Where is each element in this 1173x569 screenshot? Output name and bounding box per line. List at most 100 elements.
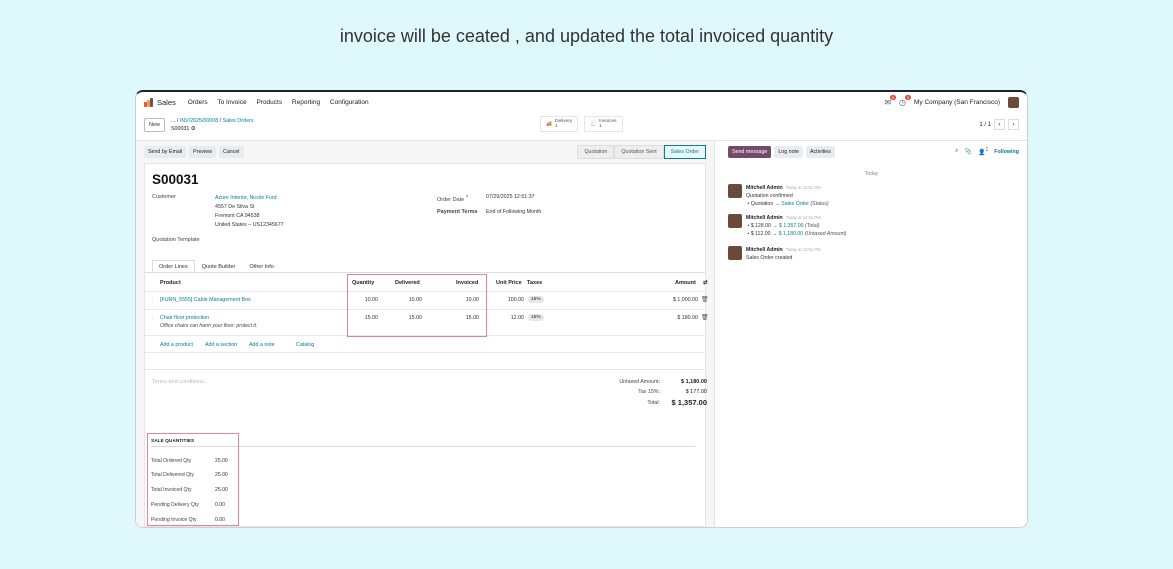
quotation-template-label: Quotation Template bbox=[152, 237, 200, 243]
line-unit-price[interactable]: 12.00 bbox=[485, 315, 524, 321]
order-date-label-text: Order Date bbox=[437, 196, 465, 203]
drag-handle-icon[interactable]: ⋮ bbox=[150, 315, 155, 321]
paperclip-icon[interactable]: 📎 bbox=[965, 148, 972, 155]
customer-field[interactable]: Azure Interior, Nicole Ford bbox=[215, 194, 277, 203]
line-product[interactable]: Chair floor protection bbox=[160, 315, 209, 321]
drag-handle-icon[interactable]: ⋮ bbox=[150, 297, 155, 303]
message-text: Sales Order created bbox=[746, 255, 793, 261]
send-message-button[interactable]: Send message bbox=[728, 145, 772, 158]
arrow-right-icon: → bbox=[771, 231, 778, 237]
message-time: Today at 12:51 PM bbox=[785, 247, 821, 252]
activity-clock-icon[interactable]: ◷ 3 bbox=[899, 94, 912, 107]
add-note-link[interactable]: Add a note bbox=[249, 342, 275, 348]
col-taxes[interactable]: Taxes bbox=[527, 280, 542, 286]
stage-quotation-sent[interactable]: Quotation Sent bbox=[614, 144, 664, 159]
customer-address-line3: United States – US12345677 bbox=[215, 222, 284, 228]
activities-button[interactable]: Activities bbox=[805, 145, 835, 158]
change-field: (Status) bbox=[810, 201, 829, 207]
optional-columns-icon[interactable]: ⇄ bbox=[703, 280, 708, 286]
tax-badge[interactable]: 15% bbox=[528, 314, 544, 321]
author-avatar bbox=[728, 184, 742, 198]
delivery-smart-button[interactable]: 🚚 Delivery 1 bbox=[540, 116, 579, 132]
messages-count: 9 bbox=[889, 94, 897, 100]
menu-products[interactable]: Products bbox=[256, 99, 282, 106]
line-unit-price[interactable]: 100.00 bbox=[485, 297, 524, 303]
trash-icon[interactable]: 🗑 bbox=[701, 314, 709, 321]
invoice-icon: 🧾 bbox=[590, 121, 596, 127]
truck-icon: 🚚 bbox=[546, 121, 552, 127]
col-product[interactable]: Product bbox=[160, 280, 181, 286]
change-new-value: $ 1,180.00 bbox=[778, 231, 804, 237]
stage-quotation[interactable]: Quotation bbox=[577, 144, 615, 159]
form-view: Send by Email Preview Cancel Quotation Q… bbox=[136, 141, 715, 527]
catalog-link[interactable]: Catalog bbox=[296, 342, 314, 348]
order-name: S00031 bbox=[152, 172, 199, 187]
breadcrumb-invoice[interactable]: INV/2025/00008 bbox=[180, 118, 218, 124]
line-product[interactable]: [FURN_5555] Cable Management Box bbox=[160, 297, 251, 303]
change-new-value: $ 1,357.00 bbox=[779, 223, 804, 229]
change-old-value: $ 112.00 bbox=[750, 231, 771, 237]
add-section-link[interactable]: Add a section bbox=[205, 342, 237, 348]
company-switcher[interactable]: My Company (San Francisco) bbox=[914, 99, 1000, 106]
message-author[interactable]: Mitchell Admin bbox=[746, 185, 783, 191]
order-date-field[interactable]: 07/29/2025 12:51:37 bbox=[486, 193, 535, 202]
cancel-button[interactable]: Cancel bbox=[219, 145, 244, 158]
control-panel: New ... / INV/2025/00008 / Sales Orders … bbox=[144, 114, 254, 136]
col-amount[interactable]: Amount bbox=[675, 280, 696, 286]
tutorial-caption: invoice will be ceated , and updated the… bbox=[339, 26, 834, 46]
date-separator: Today bbox=[864, 171, 879, 177]
chatter-topbar: Send message Log note Activities ⌕ 📎 👤1 … bbox=[728, 145, 1019, 158]
pager-next-icon[interactable]: › bbox=[1008, 119, 1019, 130]
invoices-smart-button[interactable]: 🧾 Invoices 1 bbox=[584, 116, 623, 132]
trash-icon[interactable]: 🗑 bbox=[701, 296, 709, 303]
line-amount: $ 1,000.00 bbox=[672, 297, 698, 303]
new-button[interactable]: New bbox=[144, 118, 166, 132]
gear-icon[interactable]: ⚙ bbox=[191, 126, 196, 132]
menu-orders[interactable]: Orders bbox=[188, 99, 208, 106]
app-name[interactable]: Sales bbox=[157, 98, 176, 107]
stage-sales-order[interactable]: Sales Order bbox=[663, 144, 706, 159]
stage-pipeline: Quotation Quotation Sent Sales Order bbox=[577, 144, 706, 159]
breadcrumb-ellipsis[interactable]: ... bbox=[171, 118, 175, 124]
change-old-value: Quotation bbox=[750, 201, 774, 207]
pager-prev-icon[interactable]: ‹ bbox=[994, 119, 1005, 130]
tax-label: Tax 15%: bbox=[638, 389, 660, 395]
quantities-highlight-box bbox=[347, 274, 487, 337]
search-icon[interactable]: ⌕ bbox=[955, 148, 958, 155]
statusbar: Send by Email Preview Cancel Quotation Q… bbox=[144, 144, 706, 159]
terms-and-conditions-field[interactable]: Terms and conditions... bbox=[152, 379, 209, 385]
followers-icon[interactable]: 👤1 bbox=[978, 147, 988, 156]
preview-button[interactable]: Preview bbox=[189, 145, 216, 158]
breadcrumb-sales-orders[interactable]: Sales Orders bbox=[223, 118, 254, 124]
pager-value[interactable]: 1 / 1 bbox=[979, 122, 991, 128]
log-note-button[interactable]: Log note bbox=[774, 145, 803, 158]
message-text: Quotation confirmed bbox=[746, 193, 793, 199]
message-time: Today at 12:51 PM bbox=[785, 185, 821, 190]
menu-to-invoice[interactable]: To Invoice bbox=[217, 99, 246, 106]
breadcrumb-record: S00031 bbox=[171, 126, 190, 132]
chatter: Send message Log note Activities ⌕ 📎 👤1 … bbox=[716, 141, 1027, 527]
untaxed-amount-label: Untaxed Amount: bbox=[619, 379, 660, 385]
menu-reporting[interactable]: Reporting bbox=[292, 99, 320, 106]
add-product-link[interactable]: Add a product bbox=[160, 342, 193, 348]
payment-terms-field[interactable]: End of Following Month bbox=[486, 208, 541, 217]
main-menu: Orders To Invoice Products Reporting Con… bbox=[188, 99, 377, 106]
messages-icon[interactable]: ✉ 9 bbox=[884, 94, 897, 107]
col-unit-price[interactable]: Unit Price bbox=[496, 280, 522, 286]
menu-configuration[interactable]: Configuration bbox=[330, 99, 369, 106]
tax-value: $ 177.00 bbox=[685, 389, 707, 395]
line-description: Office chairs can harm your floor: prote… bbox=[160, 323, 258, 329]
message-author[interactable]: Mitchell Admin bbox=[746, 215, 783, 221]
following-button[interactable]: Following bbox=[994, 149, 1019, 155]
total-label: Total: bbox=[647, 400, 660, 406]
user-avatar[interactable] bbox=[1008, 96, 1019, 108]
send-by-email-button[interactable]: Send by Email bbox=[144, 145, 187, 158]
arrow-right-icon: → bbox=[772, 223, 778, 229]
tab-divider bbox=[145, 272, 705, 273]
customer-address-line2: Fremont CA 94538 bbox=[215, 213, 260, 219]
tax-badge[interactable]: 15% bbox=[528, 296, 544, 303]
help-icon[interactable]: ? bbox=[466, 194, 469, 199]
navbar-right: ✉ 9 ◷ 3 My Company (San Francisco) bbox=[884, 94, 1019, 108]
invoices-count: 1 bbox=[598, 124, 602, 129]
message-author[interactable]: Mitchell Admin bbox=[746, 247, 783, 253]
